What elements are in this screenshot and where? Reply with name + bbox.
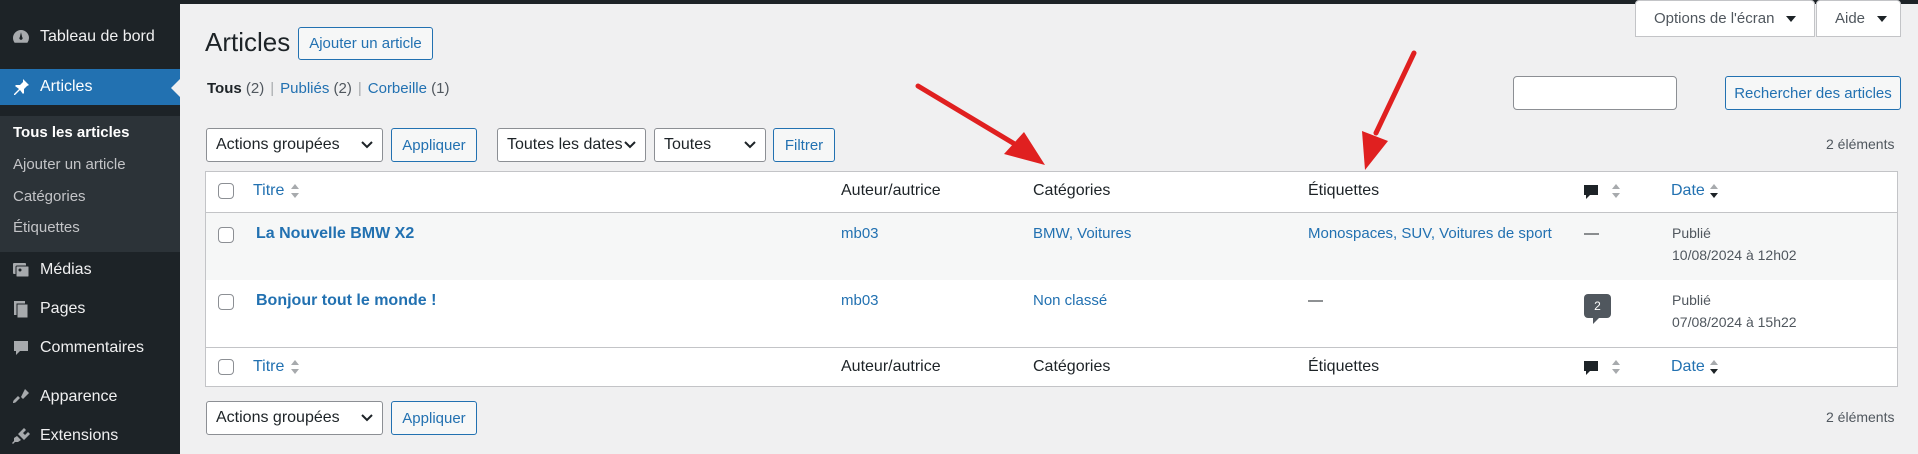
column-title-footer[interactable]: Titre [253, 358, 284, 376]
plugins-icon [10, 425, 32, 447]
comment-bubble-icon[interactable] [1583, 360, 1599, 376]
menu-label: Commentaires [40, 339, 145, 356]
page-title: Articles [205, 27, 291, 57]
view-trash[interactable]: Corbeille (1) [368, 80, 450, 97]
row-checkbox[interactable] [218, 227, 234, 243]
menu-item-comments[interactable]: Commentaires [0, 330, 180, 366]
search-articles-button[interactable]: Rechercher des articles [1725, 76, 1901, 110]
filter-button[interactable]: Filtrer [773, 128, 835, 162]
menu-item-articles[interactable]: Articles [0, 69, 180, 105]
chevron-down-icon [624, 141, 636, 149]
menu-label: Articles [40, 78, 93, 95]
post-author-link[interactable]: mb03 [841, 225, 879, 242]
apply-button-top[interactable]: Appliquer [391, 128, 477, 162]
view-all[interactable]: Tous (2) [207, 80, 264, 97]
pages-icon [10, 298, 32, 320]
column-author-footer: Auteur/autrice [841, 358, 941, 375]
post-date: Publié 10/08/2024 à 12h02 [1672, 225, 1797, 263]
chevron-down-icon [744, 141, 756, 149]
dashboard-icon [10, 26, 32, 48]
column-author-header: Auteur/autrice [841, 182, 941, 199]
add-article-button[interactable]: Ajouter un article [298, 27, 433, 60]
select-all-checkbox[interactable] [218, 183, 234, 199]
item-count-top: 2 éléments [1826, 136, 1895, 152]
table-row: La Nouvelle BMW X2 mb03 BMW, Voitures Mo… [206, 213, 1897, 280]
annotation-arrow-categories [915, 83, 1045, 165]
bulk-actions-select-top[interactable]: Actions groupées [206, 128, 383, 162]
chevron-down-icon [361, 141, 373, 149]
menu-item-media[interactable]: Médias [0, 252, 180, 288]
annotation-arrow-tags [1362, 50, 1417, 170]
status-filter-links: Tous (2) | Publiés (2) | Corbeille (1) [207, 80, 450, 97]
table-footer: Titre Auteur/autrice Catégories Étiquett… [206, 347, 1897, 388]
bulk-actions-value: Actions groupées [216, 409, 340, 426]
sort-icon[interactable] [1611, 183, 1621, 199]
submenu-add-article[interactable]: Ajouter un article [13, 156, 126, 173]
menu-item-pages[interactable]: Pages [0, 291, 180, 327]
sort-desc-icon[interactable] [1709, 183, 1719, 199]
post-title-link[interactable]: La Nouvelle BMW X2 [256, 225, 414, 243]
submenu-categories[interactable]: Catégories [13, 188, 86, 205]
pin-icon [10, 76, 32, 98]
post-tags: — [1308, 292, 1323, 309]
help-button[interactable]: Aide [1816, 0, 1901, 37]
menu-label: Extensions [40, 427, 119, 444]
column-tags-footer: Étiquettes [1308, 358, 1380, 375]
appearance-icon [10, 386, 32, 408]
post-author-link[interactable]: mb03 [841, 292, 879, 309]
column-date-header[interactable]: Date [1671, 182, 1705, 200]
menu-label: Tableau de bord [40, 28, 155, 45]
help-label: Aide [1835, 10, 1866, 27]
table-row: Bonjour tout le monde ! mb03 Non classé … [206, 280, 1897, 347]
admin-toolbar [0, 0, 1918, 4]
menu-item-appearance[interactable]: Apparence [0, 379, 180, 415]
column-categories-footer: Catégories [1033, 358, 1111, 375]
comments-icon [10, 337, 32, 359]
sort-desc-icon[interactable] [1709, 359, 1719, 375]
search-input[interactable] [1513, 76, 1677, 110]
select-all-checkbox-footer[interactable] [218, 359, 234, 375]
bulk-actions-value: Actions groupées [216, 136, 340, 153]
post-date: Publié 07/08/2024 à 15h22 [1672, 292, 1797, 330]
sort-icon[interactable] [290, 359, 300, 375]
bulk-actions-select-bottom[interactable]: Actions groupées [206, 401, 383, 435]
column-tags-header: Étiquettes [1308, 182, 1380, 199]
sort-icon[interactable] [1611, 359, 1621, 375]
post-categories-link[interactable]: Non classé [1033, 292, 1107, 309]
media-icon [10, 259, 32, 281]
sort-icon[interactable] [290, 183, 300, 199]
category-filter-value: Toutes [664, 136, 712, 153]
comment-bubble-icon[interactable] [1583, 184, 1599, 200]
menu-label: Apparence [40, 388, 118, 405]
date-filter-select[interactable]: Toutes les dates [497, 128, 646, 162]
item-count-bottom: 2 éléments [1826, 409, 1895, 425]
screen-options-label: Options de l'écran [1654, 10, 1775, 27]
submenu-tags[interactable]: Étiquettes [13, 219, 80, 236]
apply-button-bottom[interactable]: Appliquer [391, 401, 477, 435]
column-title-header[interactable]: Titre [253, 182, 284, 200]
column-date-footer[interactable]: Date [1671, 358, 1705, 376]
category-filter-select[interactable]: Toutes [654, 128, 766, 162]
menu-label: Médias [40, 261, 92, 278]
menu-item-dashboard[interactable]: Tableau de bord [0, 19, 180, 55]
caret-down-icon [1877, 15, 1888, 22]
post-tags-link[interactable]: Monospaces, SUV, Voitures de sport [1308, 225, 1552, 242]
chevron-down-icon [361, 414, 373, 422]
menu-item-extensions[interactable]: Extensions [0, 418, 180, 454]
row-checkbox[interactable] [218, 294, 234, 310]
column-categories-header: Catégories [1033, 182, 1111, 199]
menu-label: Pages [40, 300, 86, 317]
screen-options-button[interactable]: Options de l'écran [1635, 0, 1815, 37]
post-comments: — [1584, 225, 1599, 242]
posts-table: Titre Auteur/autrice Catégories Étiquett… [205, 171, 1898, 387]
articles-submenu: Tous les articles Ajouter un article Cat… [0, 116, 180, 252]
admin-sidebar: Tableau de bord Articles Tous les articl… [0, 4, 180, 454]
comment-count-badge[interactable]: 2 [1584, 294, 1611, 324]
view-published[interactable]: Publiés (2) [280, 80, 352, 97]
post-title-link[interactable]: Bonjour tout le monde ! [256, 292, 436, 310]
post-categories-link[interactable]: BMW, Voitures [1033, 225, 1131, 242]
submenu-all-articles[interactable]: Tous les articles [13, 124, 129, 141]
caret-down-icon [1786, 15, 1797, 22]
date-filter-value: Toutes les dates [507, 136, 623, 153]
